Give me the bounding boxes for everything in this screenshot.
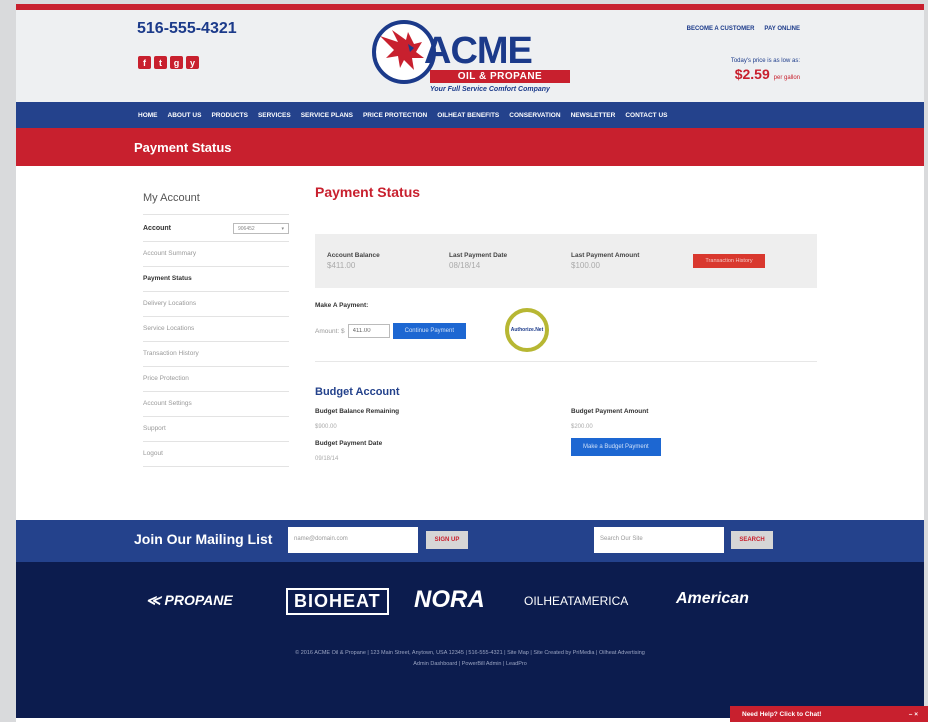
youtube-icon[interactable]: y [186,56,199,69]
page-title: Payment Status [134,139,232,155]
last-payment-date: Last Payment Date 08/18/14 [449,252,571,270]
last-payment-date-label: Last Payment Date [449,252,508,259]
header-links: BECOME A CUSTOMER PAY ONLINE [687,26,800,32]
nav-price-protection[interactable]: PRICE PROTECTION [363,112,427,119]
logo-wordmark: ACME [424,30,533,72]
account-sidebar: My Account Account 906452 ▾ Account Summ… [143,192,289,467]
main-panel: Payment Status Account Balance $411.00 L… [315,184,817,468]
nav-contact-us[interactable]: CONTACT US [625,112,667,119]
sidebar-item-account-summary[interactable]: Account Summary [143,242,289,267]
last-payment-date-value: 08/18/14 [449,261,481,270]
budget-title: Budget Account [315,386,400,398]
last-payment-amount-value: $100.00 [571,261,600,270]
account-balance-value: $411.00 [327,261,356,270]
propane-swoosh-icon: ≪ [146,592,161,608]
footer-admin-links[interactable]: Admin Dashboard | PowerBill Admin | Lead… [16,661,924,667]
nav-products[interactable]: PRODUCTS [211,112,247,119]
budget-remaining-value: $900.00 [315,424,337,430]
chat-controls-icon[interactable]: – × [909,711,918,718]
account-balance: Account Balance $411.00 [327,252,449,270]
budget-payment-button[interactable]: Make a Budget Payment [571,438,661,456]
chat-label: Need Help? Click to Chat! [742,710,822,718]
acme-logo[interactable]: ACME OIL & PROPANE Your Full Service Com… [368,18,580,102]
page: 516-555-4321 f t g y ACME OIL & PROPANE … [16,4,924,722]
logo-tagline: Your Full Service Comfort Company [430,86,550,93]
budget-amount-label: Budget Payment Amount [571,408,649,415]
search-input[interactable]: Search Our Site [594,527,724,553]
budget-details: Budget Balance Remaining $900.00 Budget … [315,398,817,468]
site-footer: ≪ PROPANE BIOHEAT NORA OILHEATAMERICA Am… [16,562,924,718]
make-payment-label: Make A Payment: [315,302,369,309]
american-energy-partner-logo[interactable]: American [676,590,749,608]
budget-remaining-label: Budget Balance Remaining [315,408,400,415]
budget-date-value: 09/18/14 [315,456,339,462]
nav-services[interactable]: SERVICES [258,112,291,119]
sidebar-title: My Account [143,192,289,215]
main-nav: HOME ABOUT US PRODUCTS SERVICES SERVICE … [16,102,924,128]
account-balance-label: Account Balance [327,252,380,259]
sidebar-item-transaction-history[interactable]: Transaction History [143,342,289,367]
facebook-icon[interactable]: f [138,56,151,69]
sidebar-item-price-protection[interactable]: Price Protection [143,367,289,392]
sidebar-item-service-locations[interactable]: Service Locations [143,317,289,342]
budget-amount-value: $200.00 [571,424,593,430]
last-payment-amount: Last Payment Amount $100.00 [571,252,693,270]
amount-label: Amount: $ [315,327,345,335]
sidebar-item-delivery-locations[interactable]: Delivery Locations [143,292,289,317]
section-divider [315,361,817,362]
become-customer-link[interactable]: BECOME A CUSTOMER [687,26,755,32]
transaction-history-button[interactable]: Transaction History [693,254,765,268]
sidebar-item-account-settings[interactable]: Account Settings [143,392,289,417]
pay-online-link[interactable]: PAY ONLINE [764,26,800,32]
make-payment-row: Amount: $ Continue Payment [315,323,817,339]
amount-input[interactable] [347,324,390,338]
eagle-icon [380,30,424,70]
account-select[interactable]: 906452 ▾ [233,223,289,234]
signup-button[interactable]: SIGN UP [426,531,468,549]
nav-service-plans[interactable]: SERVICE PLANS [301,112,353,119]
sidebar-item-payment-status[interactable]: Payment Status [143,267,289,292]
account-selector-row: Account 906452 ▾ [143,215,289,242]
email-input[interactable]: name@domain.com [288,527,418,553]
select-arrow-icon: ▾ [281,225,284,232]
price-label: Today's price is as low as: [730,58,800,64]
continue-payment-button[interactable]: Continue Payment [392,323,467,339]
propane-logo-text: PROPANE [164,592,233,608]
footer-copyright: © 2016 ACME Oil & Propane | 123 Main Str… [295,650,645,656]
budget-date-label: Budget Payment Date [315,440,383,447]
nav-home[interactable]: HOME [138,112,158,119]
authorize-net-seal[interactable]: Authorize.Net [505,308,549,352]
balance-panel: Account Balance $411.00 Last Payment Dat… [315,234,817,288]
last-payment-amount-label: Last Payment Amount [571,252,640,259]
content-area: My Account Account 906452 ▾ Account Summ… [16,166,924,520]
mailing-list-title: Join Our Mailing List [134,531,273,547]
nav-about-us[interactable]: ABOUT US [168,112,202,119]
price-unit: per gallon [773,75,800,81]
bioheat-partner-logo[interactable]: BIOHEAT [286,588,389,615]
mailing-list-bar: Join Our Mailing List name@domain.com SI… [16,520,924,562]
nav-newsletter[interactable]: NEWSLETTER [571,112,616,119]
propane-partner-logo[interactable]: ≪ PROPANE [146,592,233,609]
nora-partner-logo[interactable]: NORA [414,586,485,614]
account-select-value: 906452 [238,225,255,232]
search-button[interactable]: SEARCH [731,531,773,549]
social-links: f t g y [138,56,199,69]
price-display: $2.59 per gallon [735,66,800,82]
sidebar-item-support[interactable]: Support [143,417,289,442]
phone-number[interactable]: 516-555-4321 [137,20,237,38]
price-value: $2.59 [734,66,770,82]
site-header: 516-555-4321 f t g y ACME OIL & PROPANE … [16,10,924,102]
twitter-icon[interactable]: t [154,56,167,69]
google-plus-icon[interactable]: g [170,56,183,69]
chat-widget[interactable]: Need Help? Click to Chat! – × [730,706,928,722]
nav-conservation[interactable]: CONSERVATION [509,112,560,119]
account-label: Account [143,225,171,232]
page-title-bar: Payment Status [16,128,924,166]
sidebar-item-logout[interactable]: Logout [143,442,289,467]
oilheat-america-partner-logo[interactable]: OILHEATAMERICA [524,594,628,608]
main-title: Payment Status [315,184,421,200]
authorize-net-label: Authorize.Net [510,327,544,333]
nav-oilheat-benefits[interactable]: OILHEAT BENEFITS [437,112,499,119]
logo-subtitle: OIL & PROPANE [430,70,570,83]
